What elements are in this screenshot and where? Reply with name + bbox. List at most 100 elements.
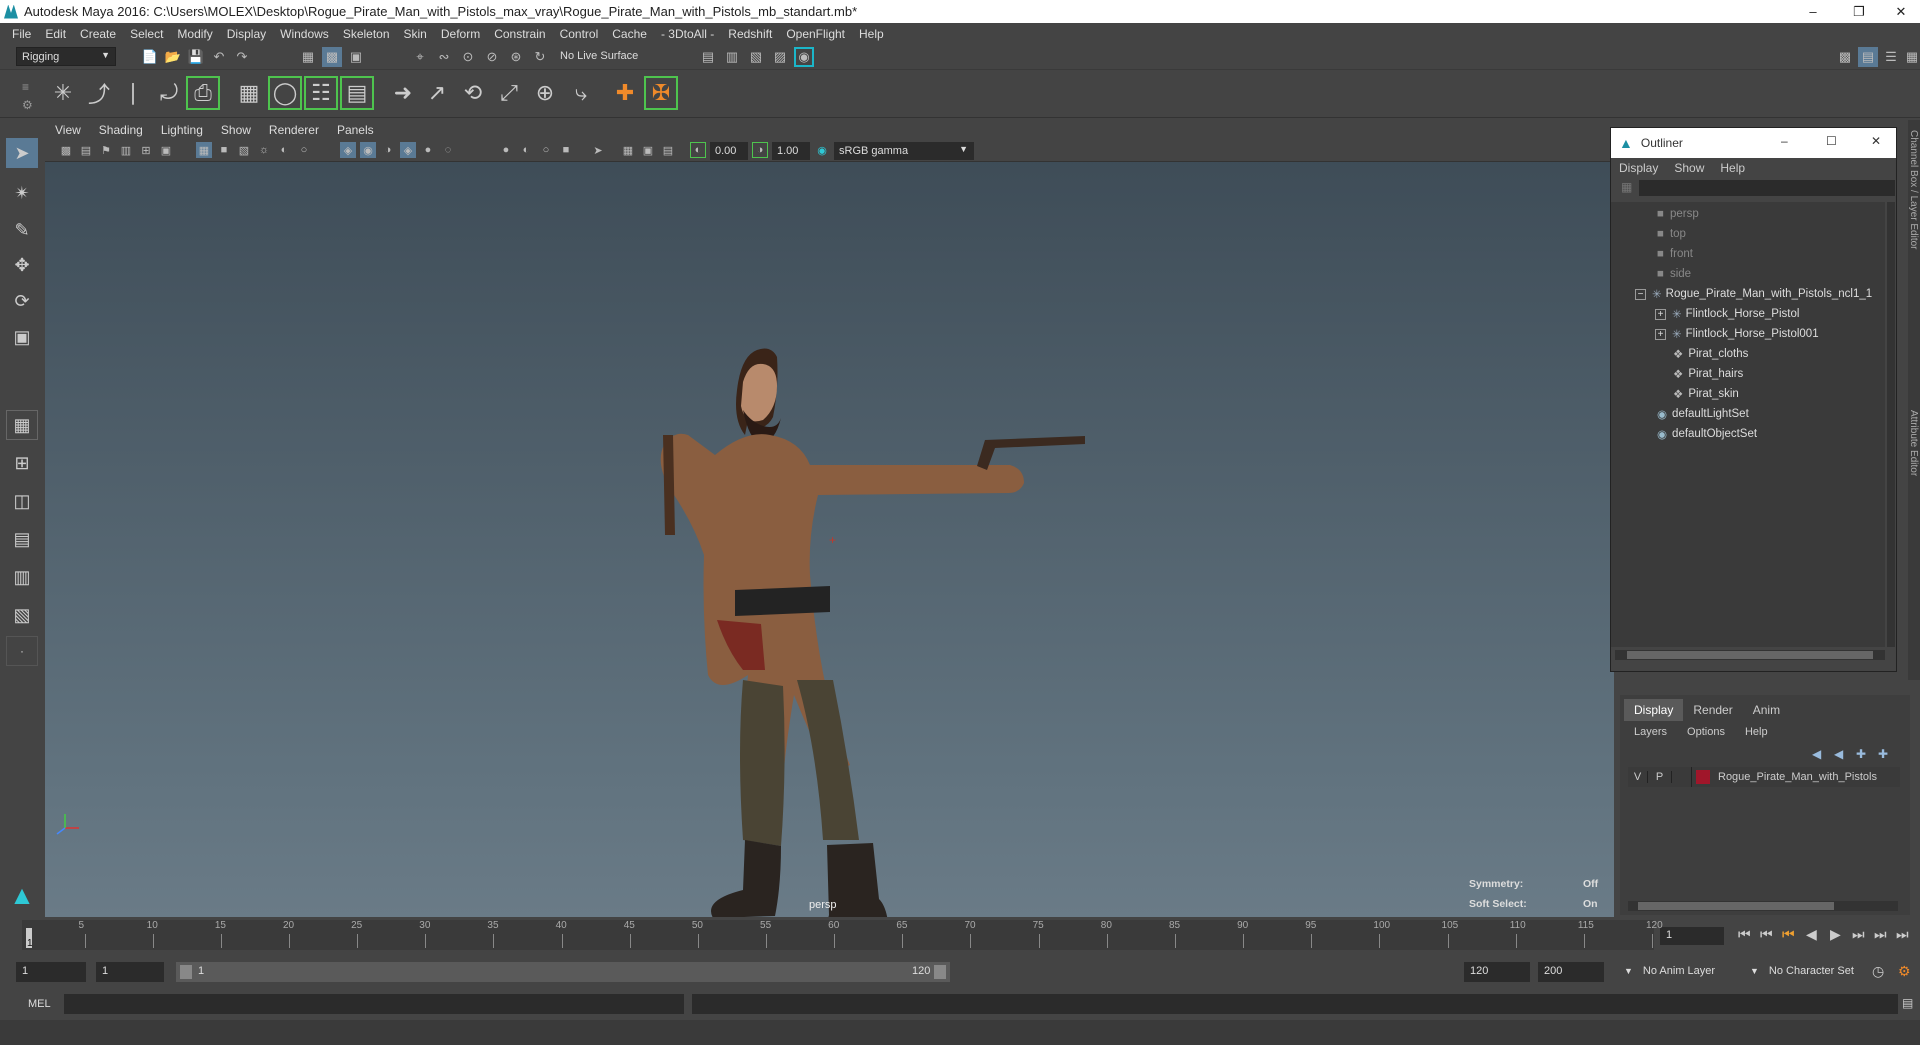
viewport-persp[interactable]: + persp Symmetry: Off Soft Select: On <box>45 120 1614 917</box>
playback-end-field[interactable]: 120 <box>1464 962 1530 982</box>
shelf-tab-menu-icon[interactable]: ≡ <box>22 80 29 94</box>
panel-menu-view[interactable]: View <box>45 123 90 137</box>
backface-icon[interactable]: ◈ <box>400 142 416 158</box>
motion-blur-icon[interactable]: ◌ <box>440 142 456 158</box>
outliner-item-front[interactable]: ■ front <box>1657 244 1693 264</box>
isolate-select-icon[interactable]: ◈ <box>340 142 356 158</box>
film-gate-icon[interactable]: ▣ <box>158 142 174 158</box>
outliner-item-rogue-pirate[interactable]: − ✳ Rogue_Pirate_Man_with_Pistols_ncl1_1 <box>1635 284 1872 304</box>
tab-display[interactable]: Display <box>1624 699 1684 721</box>
go-to-end-icon[interactable]: ⏭ <box>1896 926 1909 943</box>
redo-icon[interactable]: ↷ <box>232 47 252 67</box>
select-hierarchy-icon[interactable]: ▦ <box>298 47 318 67</box>
script-editor-icon[interactable]: ▤ <box>1902 996 1913 1010</box>
live-surface-icon[interactable]: ↻ <box>530 47 550 67</box>
render-frame-icon[interactable]: ▥ <box>722 47 742 67</box>
minimize-icon[interactable]: – <box>1781 134 1788 148</box>
go-to-start-icon[interactable]: ⏮ <box>1738 926 1751 943</box>
snap-grid-icon[interactable]: ⌖ <box>410 47 430 67</box>
outliner-vertical-scrollbar[interactable] <box>1887 202 1895 647</box>
side-tab-channel-box[interactable]: Channel Box / Layer Editor <box>1908 130 1919 250</box>
snap-point-icon[interactable]: ⊙ <box>458 47 478 67</box>
textured-icon[interactable]: ▧ <box>236 142 252 158</box>
outliner-item-flintlock-pistol[interactable]: + ✳ Flintlock_Horse_Pistol <box>1655 304 1799 324</box>
panel-menu-renderer[interactable]: Renderer <box>260 123 328 137</box>
outliner-search-input[interactable] <box>1639 180 1895 196</box>
outliner-persp-layout-icon[interactable]: ▤ <box>6 524 38 554</box>
scroll-thumb[interactable] <box>1638 902 1834 910</box>
restore-icon[interactable]: ❐ <box>1836 0 1882 23</box>
render-view-icon[interactable]: ▨ <box>770 47 790 67</box>
playback-start-field[interactable]: 1 <box>96 962 164 982</box>
screen-space-ao-icon[interactable]: ● <box>420 142 436 158</box>
xray-joints-icon[interactable]: ◑ <box>380 142 396 158</box>
menu-edit[interactable]: Edit <box>38 27 73 41</box>
ik-spline-icon[interactable]: ∣ <box>116 76 150 110</box>
menu-windows[interactable]: Windows <box>273 27 336 41</box>
side-tab-attribute-editor[interactable]: Attribute Editor <box>1908 410 1919 476</box>
insert-joint-icon[interactable]: ⤾ <box>152 76 186 110</box>
point-constraint-icon[interactable]: ➜ <box>386 76 420 110</box>
layer-row[interactable]: V P Rogue_Pirate_Man_with_Pistols <box>1628 767 1900 787</box>
image-plane-icon[interactable]: ▥ <box>118 142 134 158</box>
ipr-render-icon[interactable]: ▧ <box>746 47 766 67</box>
menu-skin[interactable]: Skin <box>397 27 434 41</box>
panel-menu-shading[interactable]: Shading <box>90 123 152 137</box>
range-end-handle[interactable] <box>934 965 946 979</box>
two-pane-side-icon[interactable]: ◫ <box>6 486 38 516</box>
outliner-item-side[interactable]: ■ side <box>1657 264 1691 284</box>
scene-start-field[interactable]: 1 <box>16 962 86 982</box>
mel-label[interactable]: MEL <box>28 998 51 1010</box>
panel-menu-panels[interactable]: Panels <box>328 123 383 137</box>
outliner-item-pirat-skin[interactable]: ❖ Pirat_skin <box>1673 384 1739 404</box>
menu-create[interactable]: Create <box>73 27 123 41</box>
attribute-editor-toggle-icon[interactable]: ▤ <box>1858 47 1878 67</box>
gamma-field[interactable]: 1.00 <box>772 142 810 160</box>
mirror-joint-icon[interactable]: ⎙ <box>186 76 220 110</box>
range-start-handle[interactable] <box>180 965 192 979</box>
channel-box-toggle-icon[interactable]: ▦ <box>1902 47 1920 67</box>
menu-select[interactable]: Select <box>123 27 170 41</box>
ik-handle-icon[interactable]: ⤴ <box>82 76 116 110</box>
select-camera-icon[interactable]: ▩ <box>58 142 74 158</box>
shadows-icon[interactable]: ◐ <box>276 142 292 158</box>
multisample-icon[interactable]: ● <box>498 142 514 158</box>
anim-preferences-icon[interactable]: ⚙ <box>1898 963 1911 980</box>
collapse-icon[interactable]: − <box>1635 288 1646 300</box>
menu-deform[interactable]: Deform <box>434 27 487 41</box>
new-layer-selected-icon[interactable]: ✚ <box>1878 747 1888 761</box>
scale-constraint-icon[interactable]: ⤢ <box>492 76 526 110</box>
move-tool-icon[interactable]: ✥ <box>6 250 38 280</box>
character-set-dropdown[interactable]: ▼ No Character Set <box>1746 962 1882 982</box>
layer-visibility-toggle[interactable]: V <box>1628 771 1648 783</box>
current-frame-field[interactable]: 1 <box>1660 927 1724 945</box>
undo-icon[interactable]: ↶ <box>209 47 229 67</box>
bind-skin-icon[interactable]: ▦ <box>232 76 266 110</box>
tool-settings-icon[interactable]: ☰ <box>1881 47 1901 67</box>
menuset-dropdown[interactable]: Rigging ▼ <box>16 47 116 66</box>
scene-end-field[interactable]: 200 <box>1538 962 1604 982</box>
resolution-gate-icon[interactable]: ▦ <box>620 142 636 158</box>
play-backwards-icon[interactable]: ◀ <box>1806 926 1817 943</box>
close-icon[interactable]: ✕ <box>1871 134 1881 148</box>
menu-control[interactable]: Control <box>553 27 606 41</box>
aim-constraint-icon[interactable]: ↗ <box>420 76 454 110</box>
paint-select-icon[interactable]: ✎ <box>6 215 38 245</box>
menu-skeleton[interactable]: Skeleton <box>336 27 397 41</box>
outliner-item-flintlock-pistol001[interactable]: + ✳ Flintlock_Horse_Pistol001 <box>1655 324 1819 344</box>
render-settings-icon[interactable]: ▤ <box>698 47 718 67</box>
outliner-horizontal-scrollbar[interactable] <box>1615 650 1885 660</box>
new-layer-icon[interactable]: ✚ <box>1856 747 1866 761</box>
color-space-dropdown[interactable]: sRGB gamma ▼ <box>834 142 974 160</box>
layer-scrollbar[interactable] <box>1628 901 1898 911</box>
select-tool-icon[interactable]: ➤ <box>6 138 38 168</box>
outliner-item-top[interactable]: ■ top <box>1657 224 1686 244</box>
scale-tool-icon[interactable]: ▣ <box>6 322 38 352</box>
anim-layer-dropdown[interactable]: ▼ No Anim Layer <box>1620 962 1750 982</box>
outliner-item-default-object-set[interactable]: ◉ defaultObjectSet <box>1657 424 1757 444</box>
ambient-occlusion-icon[interactable]: ○ <box>296 142 312 158</box>
tab-render[interactable]: Render <box>1683 699 1742 721</box>
step-back-frame-icon[interactable]: ⏮ <box>1782 926 1795 943</box>
smooth-shade-icon[interactable]: ■ <box>216 142 232 158</box>
outliner-menu-help[interactable]: Help <box>1712 161 1753 175</box>
